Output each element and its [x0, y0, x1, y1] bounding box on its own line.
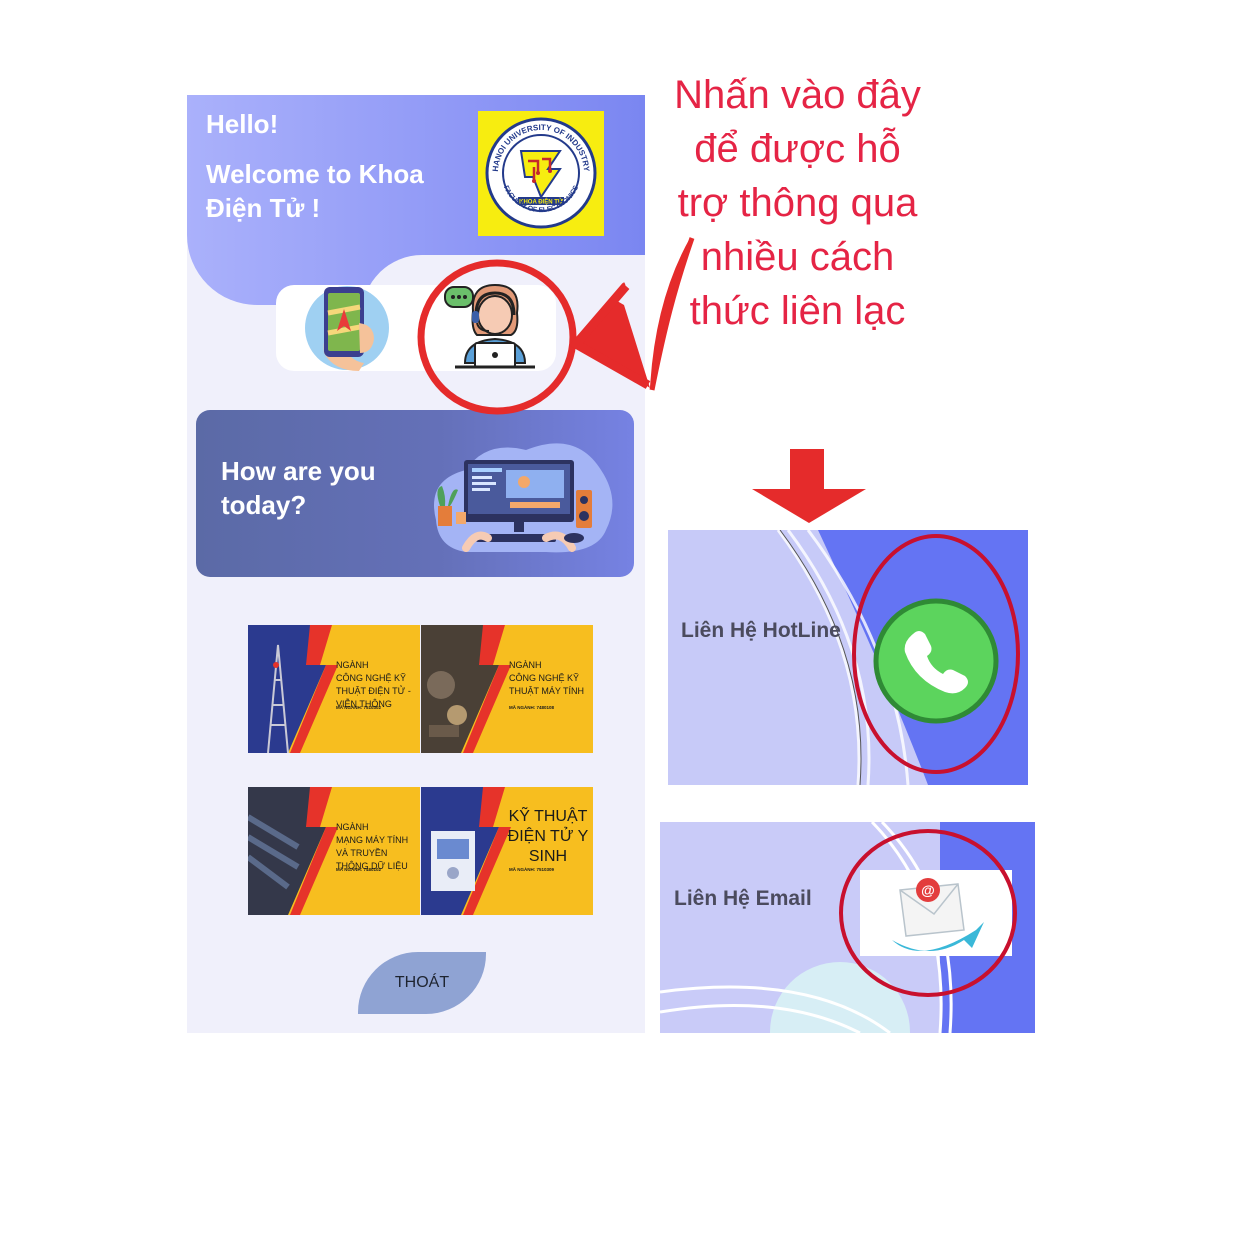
email-panel[interactable]: Liên Hệ Email @ — [660, 822, 1035, 1033]
hotline-panel[interactable]: Liên Hệ HotLine — [668, 530, 1028, 785]
annotation-text: Nhấn vào đây để được hỗ trợ thông qua nh… — [674, 73, 921, 333]
annotation-overlay — [417, 237, 866, 523]
